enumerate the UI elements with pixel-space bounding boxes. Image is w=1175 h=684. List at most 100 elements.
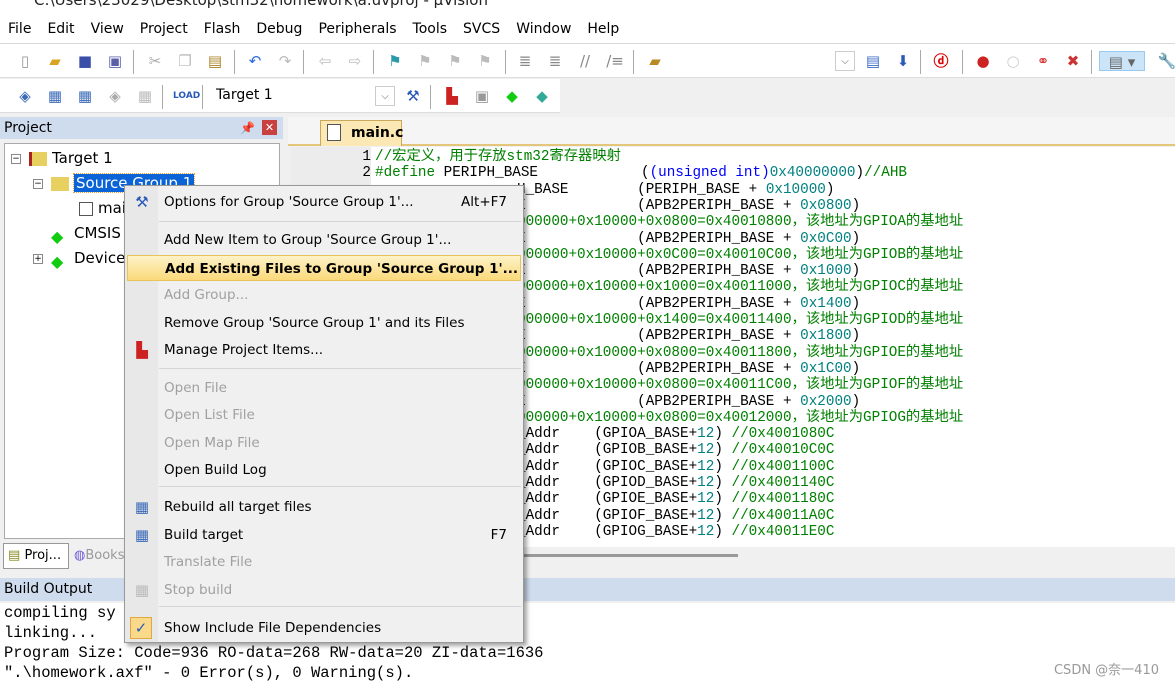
load-icon[interactable]: LOAD <box>173 86 200 106</box>
menu-help[interactable]: Help <box>579 14 627 44</box>
comment-icon[interactable]: // <box>575 51 595 71</box>
rebuild-icon: ▦ <box>134 498 150 516</box>
copy-icon[interactable]: ❐ <box>175 51 195 71</box>
cmsis-label: CMSIS <box>74 224 121 242</box>
menu-item-translate-file[interactable]: Translate File <box>127 549 521 575</box>
unindent-icon[interactable]: ≣ <box>545 51 565 71</box>
indent-icon[interactable]: ≣ <box>515 51 535 71</box>
menu-debug[interactable]: Debug <box>248 14 310 44</box>
target-select[interactable]: Target 1 <box>216 87 273 103</box>
code-line: 000000+0x10000+0x0800=0x40011800，该地址为GPI… <box>517 344 964 361</box>
target-dropdown-icon[interactable]: ⌵ <box>375 86 395 106</box>
disable-all-breakpoints-icon[interactable]: ⚭ <box>1033 51 1053 71</box>
tree-device[interactable]: ◆ Device <box>51 248 125 271</box>
prev-bookmark-icon[interactable]: ⚑ <box>415 51 435 71</box>
find-icon[interactable]: ▤ <box>863 51 883 71</box>
rebuild-icon[interactable]: ▦ <box>75 86 95 106</box>
tree-cmsis[interactable]: ◆ CMSIS <box>51 223 121 246</box>
translate-icon[interactable]: ◈ <box>15 86 35 106</box>
output-line: Program Size: Code=936 RO-data=268 RW-da… <box>4 644 544 662</box>
menu-file[interactable]: File <box>0 14 39 44</box>
bookmark-icon[interactable]: ⚑ <box>385 51 405 71</box>
menu-item-show-include-file-dependencies[interactable]: ✓ Show Include File Dependencies <box>127 615 521 641</box>
cut-icon[interactable]: ✂ <box>145 51 165 71</box>
kill-breakpoints-icon[interactable]: ✖ <box>1063 51 1083 71</box>
multi-project-icon[interactable]: ▣ <box>472 86 492 106</box>
tree-target[interactable]: Target 1 <box>29 148 113 168</box>
tab-books[interactable]: ◍Books <box>70 545 130 567</box>
menu-project[interactable]: Project <box>132 14 196 44</box>
find-in-files-icon[interactable]: ▰ <box>645 51 665 71</box>
collapse-icon[interactable]: − <box>11 154 21 164</box>
code-line: E (APB2PERIPH_BASE + 0x1400) <box>517 295 861 312</box>
menu-item-add-new-item-to-group-source-group-1[interactable]: Add New Item to Group 'Source Group 1'..… <box>127 227 521 253</box>
menu-flash[interactable]: Flash <box>196 14 249 44</box>
menu-item-open-file[interactable]: Open File <box>127 375 521 401</box>
menu-item-rebuild-all-target-files[interactable]: ▦ Rebuild all target files <box>127 494 521 520</box>
menu-item-label: Remove Group 'Source Group 1' and its Fi… <box>164 315 465 331</box>
title-bar: C:\Users\23029\Desktop\stm32\homework\a.… <box>0 0 1175 14</box>
menu-item-label: Add Existing Files to Group 'Source Grou… <box>165 261 519 277</box>
batch-build-icon[interactable]: ◈ <box>105 86 125 106</box>
menu-item-add-existing-files-to-group-source-group-1[interactable]: Add Existing Files to Group 'Source Grou… <box>127 255 521 281</box>
clear-bookmarks-icon[interactable]: ⚑ <box>475 51 495 71</box>
open-folder-icon[interactable]: ▰ <box>45 51 65 71</box>
rte-icon[interactable]: ◆ <box>532 86 552 106</box>
menu-item-remove-group-source-group-1-and-its-files[interactable]: Remove Group 'Source Group 1' and its Fi… <box>127 310 521 336</box>
save-icon[interactable]: ■ <box>75 51 95 71</box>
menu-item-build-target[interactable]: ▦ Build target F7 <box>127 522 521 548</box>
stop-build-icon[interactable]: ▦ <box>135 86 155 106</box>
menu-item-open-build-log[interactable]: Open Build Log <box>127 457 521 483</box>
menu-tools[interactable]: Tools <box>405 14 456 44</box>
menu-view[interactable]: View <box>83 14 132 44</box>
menu-item-add-group[interactable]: Add Group... <box>127 282 521 308</box>
menu-item-shortcut: Alt+F7 <box>461 194 507 210</box>
build-icon[interactable]: ▦ <box>45 86 65 106</box>
menu-item-open-list-file[interactable]: Open List File <box>127 402 521 428</box>
close-icon[interactable]: ✕ <box>262 120 277 135</box>
tab-project[interactable]: ▤ Proj... <box>3 543 69 569</box>
redo-icon[interactable]: ↷ <box>275 51 295 71</box>
undo-icon[interactable]: ↶ <box>245 51 265 71</box>
incremental-find-icon[interactable]: ⬇ <box>893 51 913 71</box>
pack-installer-icon[interactable]: ◆ <box>502 86 522 106</box>
paste-icon[interactable]: ▤ <box>205 51 225 71</box>
menu-item-label: Manage Project Items... <box>164 342 324 358</box>
menu-edit[interactable]: Edit <box>39 14 82 44</box>
expand-icon[interactable]: + <box>33 254 43 264</box>
code-line: _Addr (GPIOC_BASE+12) //0x4001100C <box>517 458 835 475</box>
breakpoint-icon[interactable]: ● <box>973 51 993 71</box>
target-label: Target 1 <box>52 149 113 167</box>
menu-item-open-map-file[interactable]: Open Map File <box>127 430 521 456</box>
menu-item-manage-project-items[interactable]: ▙ Manage Project Items... <box>127 337 521 363</box>
debug-session-icon[interactable]: ⓓ <box>931 51 951 71</box>
stop-build-icon: ▦ <box>134 581 150 599</box>
new-file-icon[interactable]: ▯ <box>15 51 35 71</box>
pin-icon[interactable]: 📌 <box>240 117 255 139</box>
uncomment-icon[interactable]: /≡ <box>605 51 625 71</box>
tab-books-label: Books <box>85 548 125 563</box>
menu-item-options-for-group-source-group-1[interactable]: ⚒ Options for Group 'Source Group 1'... Al… <box>127 189 521 215</box>
target-options-icon[interactable]: ⚒ <box>403 86 423 106</box>
menu-item-stop-build[interactable]: ▦ Stop build <box>127 577 521 603</box>
window-layout-icon[interactable]: ▤ ▾ <box>1099 51 1145 71</box>
forward-icon[interactable]: ⇨ <box>345 51 365 71</box>
disable-breakpoint-icon[interactable]: ○ <box>1003 51 1023 71</box>
find-dropdown-icon[interactable]: ⌵ <box>835 51 855 71</box>
collapse-icon[interactable]: − <box>33 179 43 189</box>
next-bookmark-icon[interactable]: ⚑ <box>445 51 465 71</box>
manage-components-icon[interactable]: ▙ <box>442 86 462 106</box>
wrench-icon[interactable]: 🔧 <box>1157 51 1175 71</box>
code-line: E (APB2PERIPH_BASE + 0x2000) <box>517 393 861 410</box>
back-icon[interactable]: ⇦ <box>315 51 335 71</box>
menu-peripherals[interactable]: Peripherals <box>310 14 404 44</box>
code-line: E (APB2PERIPH_BASE + 0x1800) <box>517 328 861 345</box>
menu-window[interactable]: Window <box>508 14 579 44</box>
menu-separator <box>159 486 521 487</box>
menu-item-label: Rebuild all target files <box>164 499 312 515</box>
menu-svcs[interactable]: SVCS <box>455 14 508 44</box>
scrollbar-thumb[interactable] <box>518 554 738 557</box>
tab-main-c[interactable]: main.c <box>320 120 403 146</box>
code-line: #define PERIPH_BASE ((unsigned int)0x400… <box>375 165 907 182</box>
save-all-icon[interactable]: ▣ <box>105 51 125 71</box>
